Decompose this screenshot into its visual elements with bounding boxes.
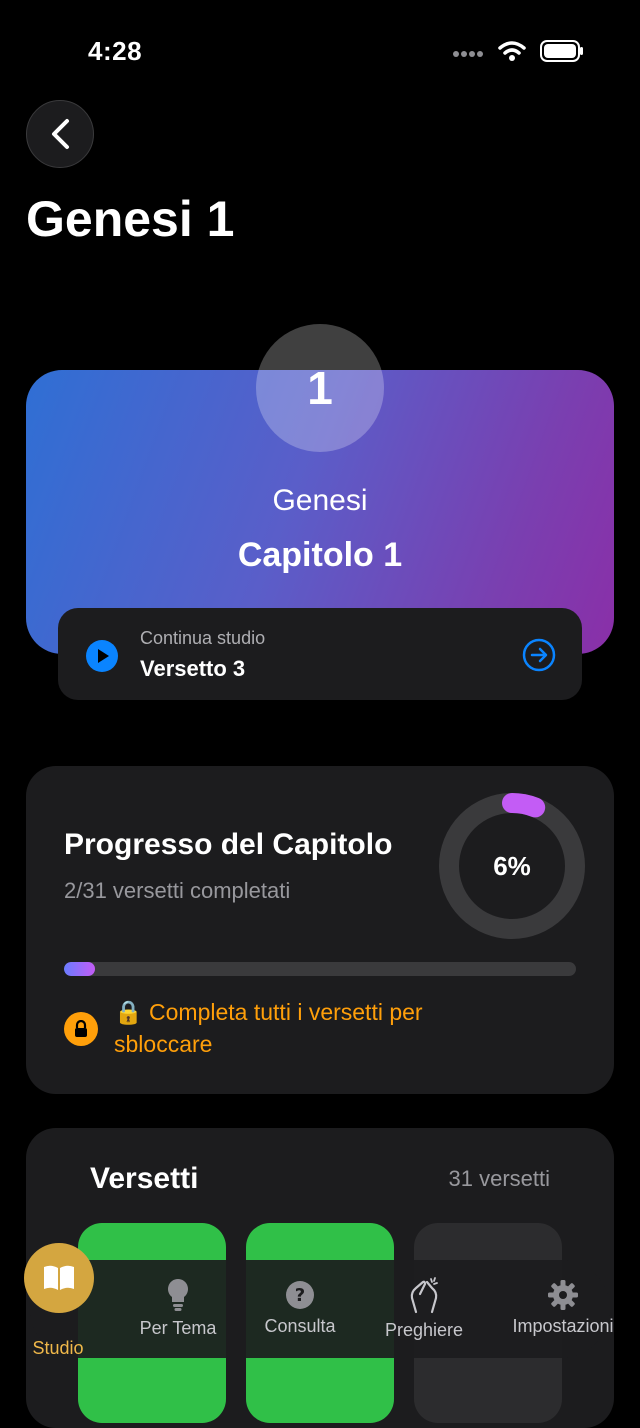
- tab-preghiere[interactable]: Preghiere: [374, 1276, 474, 1341]
- continue-study-button[interactable]: Continua studio Versetto 3: [58, 608, 582, 700]
- tab-impostazioni-label: Impostazioni: [512, 1316, 614, 1336]
- progress-bar: [64, 962, 576, 976]
- praying-hands-icon: [410, 1277, 438, 1314]
- chapter-progress-card: Progresso del Capitolo 2/31 versetti com…: [26, 766, 614, 1094]
- status-icons: [452, 40, 584, 67]
- tab-per-tema[interactable]: Per Tema: [128, 1278, 228, 1339]
- page-title: Genesi 1: [26, 191, 235, 247]
- tab-preghiere-label: Preghiere: [384, 1320, 464, 1340]
- verses-count: 31 versetti: [448, 1166, 551, 1191]
- chapter-number-badge: 1: [256, 324, 384, 452]
- verses-title: Versetti: [90, 1162, 199, 1195]
- progress-bar-fill: [64, 962, 95, 976]
- tab-studio[interactable]: [24, 1243, 94, 1313]
- book-icon: [44, 1265, 74, 1290]
- lightbulb-icon: [168, 1279, 188, 1311]
- hero-book-name: Genesi: [272, 484, 368, 517]
- hero-chapter-label: Capitolo 1: [237, 536, 403, 574]
- tab-consulta[interactable]: ? Consulta: [250, 1280, 350, 1337]
- play-icon: [86, 640, 118, 677]
- progress-subtitle: 2/31 versetti completati: [64, 878, 291, 903]
- back-button[interactable]: [26, 100, 94, 168]
- status-time: 4:28: [88, 36, 143, 66]
- progress-percent: 6%: [493, 850, 531, 881]
- cellular-icon: [452, 45, 484, 63]
- continue-study-label: Continua studio: [140, 628, 266, 648]
- gear-icon: [548, 1280, 578, 1310]
- chevron-left-icon: [52, 119, 69, 149]
- battery-icon: [540, 40, 584, 67]
- tab-studio-label: Studio: [32, 1338, 84, 1358]
- tab-per-tema-label: Per Tema: [139, 1318, 217, 1338]
- lock-icon: [64, 1012, 98, 1046]
- question-icon: ?: [286, 1281, 314, 1309]
- tab-consulta-label: Consulta: [264, 1316, 336, 1336]
- svg-text:?: ?: [295, 1285, 305, 1306]
- wifi-icon: [498, 40, 526, 67]
- arrow-right-circle-icon: [522, 638, 556, 677]
- continue-study-verse: Versetto 3: [140, 656, 246, 681]
- progress-title: Progresso del Capitolo: [64, 828, 393, 861]
- tab-impostazioni[interactable]: Impostazioni: [508, 1280, 618, 1337]
- unlock-message: 🔒 Completa tutti i versetti per sbloccar…: [114, 999, 423, 1057]
